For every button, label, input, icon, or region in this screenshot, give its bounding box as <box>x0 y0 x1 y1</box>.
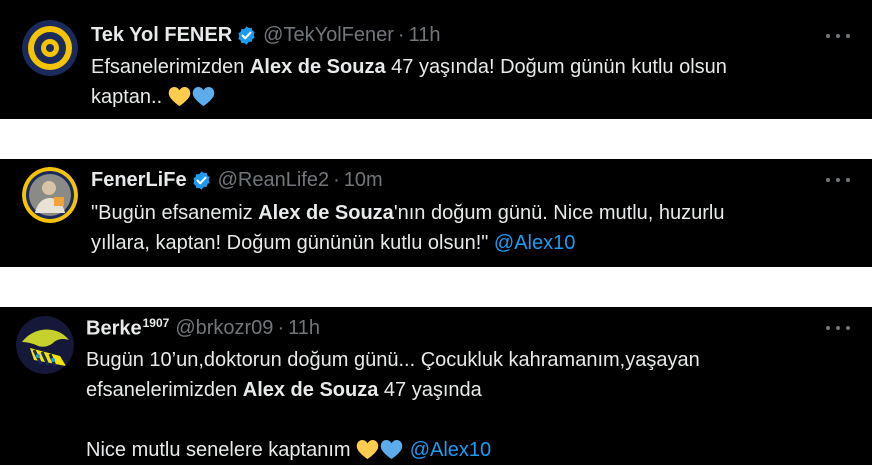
blue-heart-icon <box>380 439 403 460</box>
display-name-text: Berke <box>86 317 142 340</box>
yellow-heart-icon <box>168 86 191 107</box>
tweet-header: FenerLiFe @ReanLife2 · 10m <box>91 167 383 193</box>
tweet-line: Nice mutlu senelere kaptanım @Alex10 <box>86 435 826 465</box>
user-handle[interactable]: @brkozr09 <box>175 317 273 340</box>
tweet-line: efsanelerimizden Alex de Souza 47 yaşınd… <box>86 375 826 405</box>
tweet-line: yıllara, kaptan! Doğum gününün kutlu ols… <box>91 228 831 258</box>
tweet-header: Tek Yol FENER @TekYolFener · 11h <box>91 22 440 48</box>
tweet-line: "Bugün efsanemiz Alex de Souza'nın doğum… <box>91 198 831 228</box>
text-span: yıllara, kaptan! Doğum gününün kutlu ols… <box>91 232 494 254</box>
bold-text: Alex de Souza <box>258 202 394 224</box>
verified-badge-icon <box>236 25 257 46</box>
text-span: 47 yaşında <box>378 379 482 401</box>
bold-text: Alex de Souza <box>249 56 386 78</box>
timestamp[interactable]: 11h <box>409 24 441 47</box>
avatar[interactable] <box>22 167 78 223</box>
user-handle[interactable]: @TekYolFener <box>263 24 394 47</box>
text-span: efsanelerimizden <box>86 379 243 401</box>
separator-dot: · <box>277 316 285 339</box>
mention-link[interactable]: @Alex10 <box>410 439 491 461</box>
bold-text: Alex de Souza <box>242 379 379 401</box>
text-span: Efsanelerimizden <box>91 56 250 78</box>
mention-link[interactable]: @Alex10 <box>494 232 575 254</box>
text-span: 47 yaşında! Doğum günün kutlu olsun <box>385 56 727 78</box>
text-span: 'nın doğum günü. Nice mutlu, huzurlu <box>393 202 725 224</box>
text-span: kaptan.. <box>91 86 163 108</box>
tweet-card[interactable]: Berke1907 @brkozr09 · 11h Bugün 10’un,do… <box>0 307 872 465</box>
tweet-header: Berke1907 @brkozr09 · 11h <box>86 315 320 341</box>
text-span: "Bugün efsanemiz <box>91 202 259 224</box>
tweet-line: Efsanelerimizden Alex de Souza 47 yaşınd… <box>91 52 831 82</box>
avatar[interactable] <box>22 20 78 76</box>
display-name[interactable]: Berke1907 <box>86 316 169 341</box>
timestamp[interactable]: 11h <box>288 317 320 340</box>
tweet-text: "Bugün efsanemiz Alex de Souza'nın doğum… <box>91 198 831 258</box>
text-span: Nice mutlu senelere kaptanım <box>86 439 357 461</box>
verified-badge-icon <box>191 170 212 191</box>
yellow-heart-icon <box>356 439 379 460</box>
user-handle[interactable]: @ReanLife2 <box>218 169 329 192</box>
display-name[interactable]: Tek Yol FENER <box>91 24 232 47</box>
more-options-icon[interactable] <box>826 172 850 188</box>
more-options-icon[interactable] <box>826 320 850 336</box>
tweet-line: kaptan.. <box>91 82 831 112</box>
separator-dot: · <box>333 168 340 191</box>
tweet-text: Efsanelerimizden Alex de Souza 47 yaşınd… <box>91 52 831 112</box>
tweet-card[interactable]: Tek Yol FENER @TekYolFener · 11h Efsanel… <box>0 0 872 119</box>
display-name-superscript: 1907 <box>142 315 170 330</box>
text-span: Bugün 10’un,doktorun doğum günü... Çocuk… <box>86 349 700 371</box>
avatar[interactable] <box>16 316 74 374</box>
tweet-card[interactable]: FenerLiFe @ReanLife2 · 10m "Bugün efsane… <box>0 159 872 267</box>
separator-dot: · <box>397 23 405 46</box>
blue-heart-icon <box>192 86 215 107</box>
tweet-text: Bugün 10’un,doktorun doğum günü... Çocuk… <box>86 345 826 465</box>
tweet-line: Bugün 10’un,doktorun doğum günü... Çocuk… <box>86 345 826 375</box>
display-name[interactable]: FenerLiFe <box>91 169 187 192</box>
timestamp[interactable]: 10m <box>344 169 383 192</box>
more-options-icon[interactable] <box>826 28 850 44</box>
